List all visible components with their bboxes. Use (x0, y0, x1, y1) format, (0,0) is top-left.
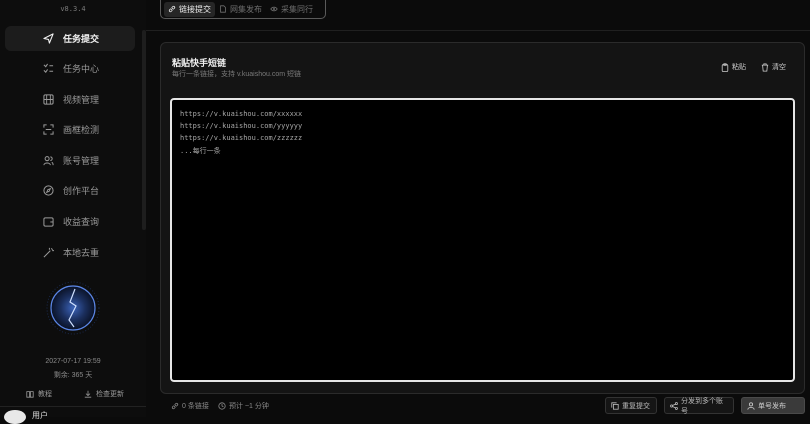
status-orb-image (45, 280, 101, 336)
sidebar-item-label: 任务提交 (63, 34, 100, 44)
frame-scan-icon (42, 124, 54, 136)
tab-label: 采集同行 (281, 4, 313, 14)
users-icon (42, 155, 54, 167)
sidebar-item-creator-platform[interactable]: 创作平台 (5, 178, 135, 203)
share-icon (670, 401, 678, 410)
header-divider (146, 30, 810, 31)
single-publish-button[interactable]: 单号发布 (741, 397, 805, 414)
app-version: v8.3.4 (60, 5, 86, 13)
license-remaining: 剩余: 365 天 (53, 372, 93, 379)
clear-button[interactable]: 清空 (761, 62, 786, 72)
sidebar-item-label: 画框检测 (63, 125, 100, 135)
links-textarea[interactable]: https://v.kuaishou.com/xxxxxx https://v.… (170, 98, 795, 382)
sidebar-item-task-submit[interactable]: 任务提交 (5, 26, 135, 51)
compass-icon (42, 185, 54, 197)
sidebar-item-label: 账号管理 (63, 156, 100, 166)
resubmit-label: 重复提交 (622, 402, 650, 410)
wallet-icon (42, 216, 54, 228)
clipboard-icon (721, 62, 729, 72)
distribute-button[interactable]: 分发到多个账号 (664, 397, 734, 415)
paste-label: 粘贴 (732, 64, 746, 71)
avatar[interactable] (4, 410, 26, 424)
single-publish-label: 单号发布 (758, 402, 786, 410)
download-icon (84, 390, 92, 398)
links-icon (171, 402, 179, 410)
check-update-label: 检查更新 (96, 391, 124, 398)
placeholder-line: ...每行一条 (180, 147, 221, 155)
clock-icon (218, 402, 226, 410)
book-icon (26, 390, 34, 398)
tab-collect-peers[interactable]: 采集同行 (266, 2, 317, 17)
sidebar-item-label: 任务中心 (63, 64, 100, 74)
sidebar-item-task-center[interactable]: 任务中心 (5, 56, 135, 81)
link-icon (168, 5, 176, 13)
tab-link-submit[interactable]: 链接提交 (164, 1, 215, 17)
eye-icon (270, 5, 278, 13)
sidebar-item-frame-detect[interactable]: 画框检测 (5, 117, 135, 142)
send-icon (42, 33, 54, 45)
placeholder-line: https://v.kuaishou.com/yyyyyy (180, 122, 303, 130)
sidebar-item-video-manage[interactable]: 视频管理 (5, 87, 135, 112)
card-title: 粘贴快手短链 (172, 58, 227, 68)
sidebar-divider (0, 406, 146, 407)
distribute-label: 分发到多个账号 (681, 397, 723, 415)
placeholder-line: https://v.kuaishou.com/xxxxxx (180, 110, 303, 118)
file-icon (219, 5, 227, 13)
tab-bar: 链接提交 网集发布 采集同行 (160, 0, 326, 19)
sidebar-scrollbar[interactable] (142, 30, 146, 230)
check-update-link[interactable]: 检查更新 (84, 389, 124, 399)
link-count: 0 条链接 (171, 401, 209, 411)
sidebar-item-label: 创作平台 (63, 186, 100, 196)
paste-button[interactable]: 粘贴 (721, 62, 746, 72)
copy-icon (611, 401, 619, 410)
tab-label: 网集发布 (230, 4, 262, 14)
task-list-icon (42, 63, 54, 75)
sidebar-item-local-dedup[interactable]: 本地去重 (5, 240, 135, 265)
sidebar-item-account-manage[interactable]: 账号管理 (5, 148, 135, 173)
link-count-text: 0 条链接 (182, 403, 209, 410)
link-input-card: 粘贴快手短链 每行一条链接，支持 v.kuaishou.com 短链 粘贴 清空… (160, 42, 805, 394)
estimate-text: 预计 ~1 分钟 (229, 403, 269, 410)
sidebar: v8.3.4 任务提交 任务中心 视频管理 画框检测 账号管理 创作平台 收益查… (0, 0, 146, 424)
film-icon (42, 94, 54, 106)
tutorial-label: 教程 (38, 391, 52, 398)
sidebar-item-earnings[interactable]: 收益查询 (5, 209, 135, 234)
estimate: 预计 ~1 分钟 (218, 401, 269, 411)
tab-label: 链接提交 (179, 4, 211, 14)
card-subtitle: 每行一条链接，支持 v.kuaishou.com 短链 (172, 71, 302, 78)
sidebar-item-label: 视频管理 (63, 95, 100, 105)
trash-icon (761, 63, 769, 72)
placeholder-line: https://v.kuaishou.com/zzzzzz (180, 134, 303, 142)
license-date: 2027-07-17 19:59 (45, 358, 101, 365)
sidebar-item-label: 本地去重 (63, 248, 100, 258)
magic-wand-icon (42, 247, 54, 259)
user-icon (747, 401, 755, 410)
tab-collection-publish[interactable]: 网集发布 (215, 2, 266, 17)
tutorial-link[interactable]: 教程 (26, 389, 52, 399)
sidebar-item-label: 收益查询 (63, 217, 100, 227)
username: 用户 (32, 411, 48, 420)
resubmit-button[interactable]: 重复提交 (605, 397, 657, 414)
clear-label: 清空 (772, 64, 786, 71)
